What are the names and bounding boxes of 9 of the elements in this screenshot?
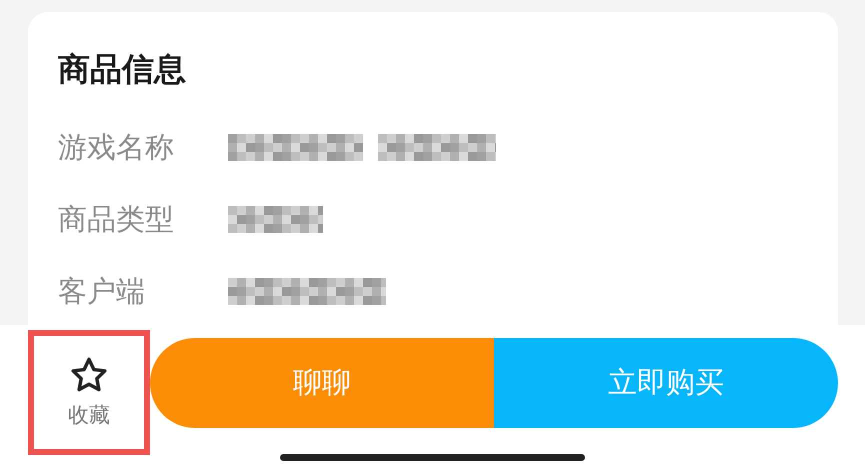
star-icon — [70, 356, 108, 392]
buy-now-button[interactable]: 立即购买 — [494, 338, 838, 428]
favorite-button[interactable]: 收藏 — [28, 330, 150, 455]
favorite-label: 收藏 — [68, 402, 110, 428]
section-title: 商品信息 — [58, 49, 187, 90]
field-label: 商品类型 — [58, 201, 175, 238]
field-label: 游戏名称 — [58, 129, 175, 166]
chat-button[interactable]: 聊聊 — [150, 338, 494, 428]
field-label: 客户端 — [58, 273, 146, 310]
